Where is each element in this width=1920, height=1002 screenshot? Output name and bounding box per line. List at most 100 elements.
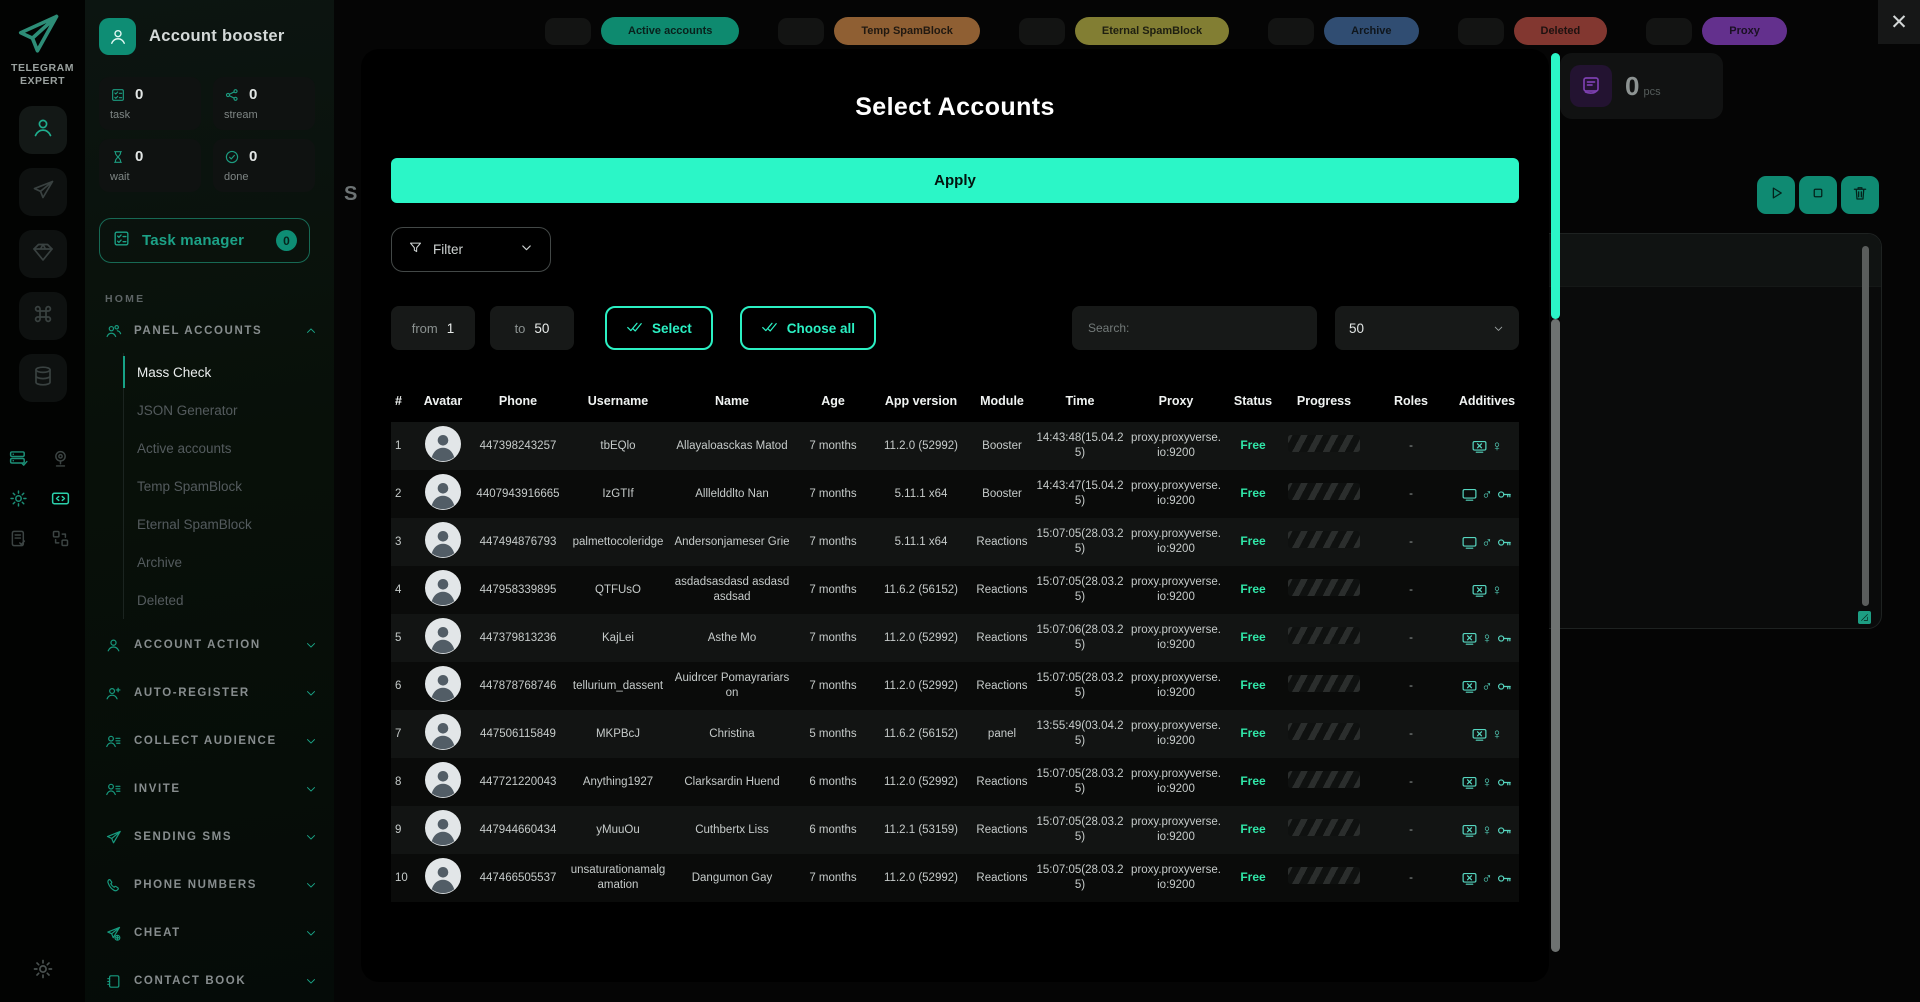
server-check-icon[interactable] bbox=[7, 446, 31, 470]
cell-app-version: 11.6.2 (56152) bbox=[871, 581, 971, 600]
table-row[interactable]: 1 447398243257 tbEQlo Allayaloasckas Mat… bbox=[391, 422, 1519, 470]
code-card-icon[interactable] bbox=[49, 486, 73, 510]
rail-button-person[interactable] bbox=[19, 106, 67, 154]
table-row[interactable]: 6 447878768746 tellurium_dassent Auidrce… bbox=[391, 662, 1519, 710]
hourglass-icon bbox=[110, 149, 126, 165]
sidebar-subitem-mass-check[interactable]: Mass Check bbox=[124, 353, 334, 391]
status-badge: Free bbox=[1225, 436, 1281, 456]
table-row[interactable]: 4 447958339895 QTFUsO asdadsasdasd asdas… bbox=[391, 566, 1519, 614]
sidebar-item-panel-accounts[interactable]: PANEL ACCOUNTS bbox=[85, 309, 334, 353]
tv-icon bbox=[1461, 534, 1478, 551]
sidebar-subitem-archive[interactable]: Archive bbox=[124, 543, 334, 581]
play-icon bbox=[1767, 184, 1785, 207]
rail-button-database[interactable] bbox=[19, 354, 67, 402]
table-row[interactable]: 9 447944660434 yMuuOu Cuthbertx Liss 6 m… bbox=[391, 806, 1519, 854]
choose-all-button[interactable]: Choose all bbox=[740, 306, 876, 350]
sidebar-item-cheat[interactable]: CHEAT bbox=[85, 911, 334, 955]
sidebar-item-collect-audience[interactable]: COLLECT AUDIENCE bbox=[85, 719, 334, 763]
tab-proxy[interactable]: Proxy bbox=[1702, 17, 1787, 45]
app-stage: TELEGRAM EXPERT Account booster 0task0st… bbox=[0, 0, 1920, 1002]
panel-scrollbar[interactable] bbox=[1862, 246, 1869, 606]
female-icon: ♀ bbox=[1481, 631, 1492, 646]
cell-roles: - bbox=[1367, 437, 1455, 456]
female-icon: ♀ bbox=[1491, 727, 1502, 742]
cell-roles: - bbox=[1367, 869, 1455, 888]
cell-proxy: proxy.proxyverse.io:9200 bbox=[1127, 765, 1225, 799]
settings-gear-icon[interactable] bbox=[31, 957, 55, 986]
nav-group-label: SENDING SMS bbox=[134, 831, 232, 843]
plane-plus-icon bbox=[105, 925, 122, 942]
tab-deleted[interactable]: Deleted bbox=[1514, 17, 1608, 45]
gear-icon[interactable] bbox=[7, 486, 31, 510]
table-row[interactable]: 2 4407943916665 IzGTIf Alllelddlto Nan 7… bbox=[391, 470, 1519, 518]
nav-group-phone-numbers: PHONE NUMBERS bbox=[85, 863, 334, 907]
sidebar-item-sending-sms[interactable]: SENDING SMS bbox=[85, 815, 334, 859]
webcam-icon[interactable] bbox=[49, 446, 73, 470]
sidebar-item-invite[interactable]: INVITE bbox=[85, 767, 334, 811]
delete-button[interactable] bbox=[1841, 176, 1879, 214]
table-row[interactable]: 5 447379813236 KajLei Asthe Mo 7 months … bbox=[391, 614, 1519, 662]
nav-group-collect-audience: COLLECT AUDIENCE bbox=[85, 719, 334, 763]
rail-button-plane[interactable] bbox=[19, 168, 67, 216]
task-manager-button[interactable]: Task manager 0 bbox=[99, 218, 310, 263]
rail-button-command[interactable] bbox=[19, 292, 67, 340]
table-row[interactable]: 7 447506115849 MKPBcJ Christina 5 months… bbox=[391, 710, 1519, 758]
tab-count-chip bbox=[1458, 18, 1504, 45]
person-list-icon bbox=[105, 781, 122, 798]
tab-archive[interactable]: Archive bbox=[1324, 17, 1418, 45]
stat-value: 0 bbox=[249, 148, 257, 165]
sidebar-subitem-active-accounts[interactable]: Active accounts bbox=[124, 429, 334, 467]
sidebar-subitem-eternal-spamblock[interactable]: Eternal SpamBlock bbox=[124, 505, 334, 543]
play-button[interactable] bbox=[1757, 176, 1795, 214]
cell-time: 15:07:05(28.03.25) bbox=[1033, 765, 1127, 799]
nav-groups: PANEL ACCOUNTSMass CheckJSON GeneratorAc… bbox=[85, 309, 334, 1002]
to-input[interactable]: to 50 bbox=[490, 306, 574, 350]
cell-roles: - bbox=[1367, 773, 1455, 792]
apply-button[interactable]: Apply bbox=[391, 158, 1519, 203]
table-row[interactable]: 3 447494876793 palmettocoleridge Anderso… bbox=[391, 518, 1519, 566]
task-manager-label: Task manager bbox=[142, 232, 265, 249]
status-badge: Free bbox=[1225, 580, 1281, 600]
cell-age: 7 months bbox=[795, 533, 871, 552]
table-body: 1 447398243257 tbEQlo Allayaloasckas Mat… bbox=[391, 422, 1519, 902]
cell-age: 5 months bbox=[795, 725, 871, 744]
sidebar-item-phone-numbers[interactable]: PHONE NUMBERS bbox=[85, 863, 334, 907]
status-badge: Free bbox=[1225, 868, 1281, 888]
cell-app-version: 11.2.0 (52992) bbox=[871, 773, 971, 792]
sidebar-subitem-json-generator[interactable]: JSON Generator bbox=[124, 391, 334, 429]
cell-module: Reactions bbox=[971, 869, 1033, 888]
cell-phone: 447466505537 bbox=[469, 869, 567, 888]
panel-resize-handle[interactable] bbox=[1858, 611, 1871, 624]
tab-temp-spamblock[interactable]: Temp SpamBlock bbox=[834, 17, 980, 45]
table-row[interactable]: 10 447466505537 unsaturationamalgamation… bbox=[391, 854, 1519, 902]
tab-active-accounts[interactable]: Active accounts bbox=[601, 17, 739, 45]
select-accounts-modal: Select Accounts Apply Filter from 1 to 5… bbox=[361, 49, 1549, 982]
doc-check-icon[interactable] bbox=[7, 526, 31, 550]
cell-module: Reactions bbox=[971, 629, 1033, 648]
swap-icon[interactable] bbox=[49, 526, 73, 550]
search-input[interactable] bbox=[1086, 320, 1303, 336]
tab-eternal-spamblock[interactable]: Eternal SpamBlock bbox=[1075, 17, 1229, 45]
table-row[interactable]: 8 447721220043 Anything1927 Clarksardin … bbox=[391, 758, 1519, 806]
sidebar-subitem-deleted[interactable]: Deleted bbox=[124, 581, 334, 619]
sidebar-item-auto-register[interactable]: AUTO-REGISTER bbox=[85, 671, 334, 715]
page-size-select[interactable]: 50 bbox=[1335, 306, 1519, 350]
sidebar-subitem-temp-spamblock[interactable]: Temp SpamBlock bbox=[124, 467, 334, 505]
cell-time: 14:43:48(15.04.25) bbox=[1033, 429, 1127, 463]
rail-button-diamond[interactable] bbox=[19, 230, 67, 278]
from-input[interactable]: from 1 bbox=[391, 306, 475, 350]
sidebar-item-account-action[interactable]: ACCOUNT ACTION bbox=[85, 623, 334, 667]
nav-group-label: AUTO-REGISTER bbox=[134, 687, 250, 699]
filter-dropdown[interactable]: Filter bbox=[391, 227, 551, 272]
stop-button[interactable] bbox=[1799, 176, 1837, 214]
close-window-icon[interactable]: ✕ bbox=[1878, 0, 1920, 44]
select-button[interactable]: Select bbox=[605, 306, 713, 350]
cell-app-version: 11.6.2 (56152) bbox=[871, 725, 971, 744]
cell-num: 4 bbox=[391, 581, 417, 600]
sidebar-item-contact-book[interactable]: CONTACT BOOK bbox=[85, 959, 334, 1002]
cell-num: 5 bbox=[391, 629, 417, 648]
cell-avatar bbox=[417, 856, 469, 901]
modal-scrollbar-thumb[interactable] bbox=[1551, 53, 1560, 319]
search-field[interactable] bbox=[1072, 306, 1317, 350]
account-booster-icon bbox=[99, 18, 136, 55]
